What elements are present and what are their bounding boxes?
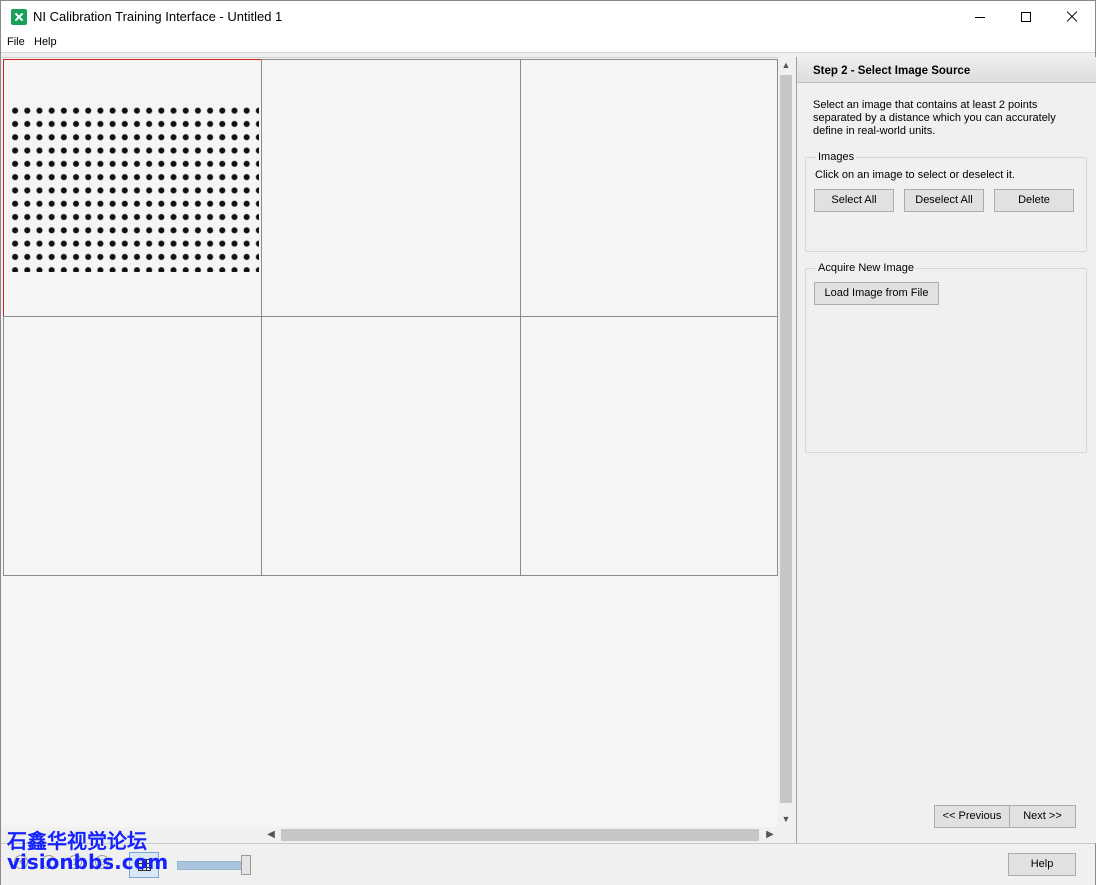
image-slot-empty[interactable] xyxy=(261,59,521,317)
scroll-down-icon[interactable]: ▼ xyxy=(778,811,794,827)
acquire-image-group: Acquire New Image Load Image from File xyxy=(805,262,1087,453)
menu-help[interactable]: Help xyxy=(34,36,57,48)
select-all-button[interactable]: Select All xyxy=(814,189,894,212)
wizard-panel: Step 2 - Select Image Source Select an i… xyxy=(796,57,1096,843)
calibration-dot-grid-image xyxy=(9,104,259,272)
watermark-line-2: visionbbs.com xyxy=(7,850,169,874)
images-group-label: Images xyxy=(816,151,857,163)
window-title: NI Calibration Training Interface - Unti… xyxy=(33,9,283,24)
app-window: NI Calibration Training Interface - Unti… xyxy=(0,0,1096,885)
menu-file[interactable]: File xyxy=(7,36,25,48)
images-group-hint: Click on an image to select or deselect … xyxy=(815,169,1015,181)
close-icon xyxy=(1066,11,1078,23)
step-title: Step 2 - Select Image Source xyxy=(813,65,971,77)
menu-bar: File Help xyxy=(1,33,1095,53)
horizontal-scroll-thumb[interactable] xyxy=(281,829,759,841)
delete-button[interactable]: Delete xyxy=(994,189,1074,212)
step-header: Step 2 - Select Image Source xyxy=(797,57,1096,83)
next-button[interactable]: Next >> xyxy=(1009,805,1076,828)
previous-button[interactable]: << Previous xyxy=(934,805,1010,828)
title-bar[interactable]: NI Calibration Training Interface - Unti… xyxy=(1,1,1095,33)
vertical-scrollbar[interactable]: ▲ ▼ xyxy=(778,57,794,827)
image-slot-empty[interactable] xyxy=(520,59,778,317)
vertical-scroll-thumb[interactable] xyxy=(780,75,792,803)
minimize-icon xyxy=(975,16,985,18)
images-group: Images Click on an image to select or de… xyxy=(805,151,1087,252)
image-slot-empty[interactable] xyxy=(261,316,521,576)
watermark-line-1: 石鑫华视觉论坛 xyxy=(7,829,147,853)
horizontal-scrollbar[interactable]: ◀ ▶ xyxy=(263,827,778,843)
acquire-group-label: Acquire New Image xyxy=(816,262,916,274)
image-thumbnail-selected[interactable] xyxy=(3,59,262,317)
maximize-icon xyxy=(1021,12,1031,22)
help-button[interactable]: Help xyxy=(1008,853,1076,876)
scroll-right-icon[interactable]: ▶ xyxy=(762,827,778,843)
load-image-from-file-button[interactable]: Load Image from File xyxy=(814,282,939,305)
minimize-button[interactable] xyxy=(957,1,1003,33)
thumbnail-size-slider[interactable] xyxy=(177,861,249,870)
image-slot-empty[interactable] xyxy=(3,316,262,576)
scroll-left-icon[interactable]: ◀ xyxy=(263,827,279,843)
close-button[interactable] xyxy=(1049,1,1095,33)
scroll-up-icon[interactable]: ▲ xyxy=(778,57,794,73)
forum-watermark: 石鑫华视觉论坛 visionbbs.com xyxy=(7,831,168,873)
image-slot-empty[interactable] xyxy=(520,316,778,576)
app-logo-icon xyxy=(11,9,27,25)
deselect-all-button[interactable]: Deselect All xyxy=(904,189,984,212)
thumbnail-size-slider-thumb[interactable] xyxy=(241,855,251,875)
maximize-button[interactable] xyxy=(1003,1,1049,33)
step-instructions: Select an image that contains at least 2… xyxy=(813,99,1056,137)
image-browser xyxy=(2,57,778,827)
